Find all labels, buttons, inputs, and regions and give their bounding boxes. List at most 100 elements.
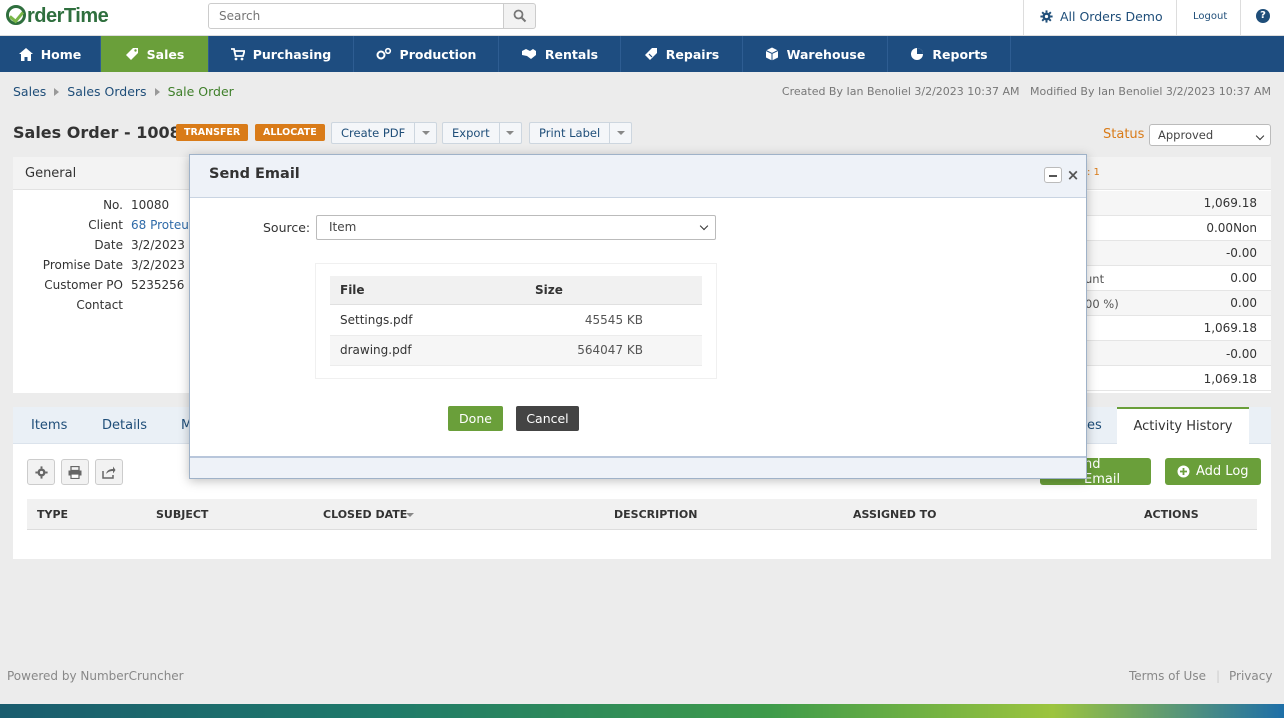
logout-link[interactable]: Logout <box>1193 11 1227 22</box>
column-type[interactable]: TYPE <box>37 508 68 521</box>
export-label: Export <box>452 126 490 140</box>
gear-icon <box>1040 10 1053 23</box>
column-size: Size <box>535 283 563 297</box>
topbar-divider <box>1023 0 1024 36</box>
dialog-footer <box>190 456 1086 478</box>
ordertime-logo[interactable]: rderTime <box>6 5 109 28</box>
close-icon[interactable]: × <box>1066 166 1080 184</box>
pie-chart-icon <box>911 48 924 60</box>
terms-link[interactable]: Terms of Use <box>1129 669 1206 683</box>
breadcrumb-separator-icon <box>54 87 60 96</box>
summary-value: -0.00 <box>1225 246 1257 260</box>
attachment-row[interactable]: Settings.pdf 45545 KB <box>330 306 702 336</box>
settings-button[interactable] <box>27 459 55 485</box>
add-log-button[interactable]: Add Log <box>1165 458 1261 485</box>
nav-item-production[interactable]: Production <box>354 36 499 72</box>
chevron-down-icon <box>506 131 515 135</box>
summary-value: 1,069.18 <box>1203 321 1257 335</box>
transfer-badge[interactable]: TRANSFER <box>176 124 249 141</box>
minimize-icon[interactable] <box>1044 167 1062 183</box>
nav-label: Home <box>40 46 82 62</box>
create-pdf-button[interactable]: Create PDF <box>331 122 438 144</box>
nav-item-purchasing[interactable]: Purchasing <box>209 36 354 72</box>
cancel-button[interactable]: Cancel <box>516 406 579 431</box>
summary-value: 1,069.18 <box>1203 196 1257 210</box>
wrench-icon <box>644 48 657 60</box>
nav-label: Rentals <box>544 46 599 62</box>
summary-row: -0.00 <box>1085 341 1271 366</box>
column-subject[interactable]: SUBJECT <box>156 508 208 521</box>
field-label: Contact <box>76 298 123 312</box>
field-label: Client <box>88 218 123 232</box>
print-label-button[interactable]: Print Label <box>529 122 633 144</box>
source-select[interactable]: Item <box>316 215 716 240</box>
attachment-row[interactable]: drawing.pdf 564047 KB <box>330 336 702 366</box>
field-label: No. <box>103 198 123 212</box>
status-label: Status <box>1103 127 1145 142</box>
nav-item-warehouse[interactable]: Warehouse <box>743 36 888 72</box>
tab-items[interactable]: Items <box>31 418 67 433</box>
printer-icon <box>68 465 82 479</box>
done-button[interactable]: Done <box>448 406 503 431</box>
privacy-link[interactable]: Privacy <box>1229 669 1272 683</box>
tab-details[interactable]: Details <box>102 418 147 433</box>
search-input[interactable] <box>208 3 504 29</box>
breadcrumb-sales[interactable]: Sales <box>13 84 46 99</box>
nav-item-rentals[interactable]: Rentals <box>499 36 621 72</box>
sort-desc-icon[interactable] <box>406 513 414 517</box>
chevron-down-icon <box>699 221 709 231</box>
nav-label: Sales <box>146 46 185 62</box>
nav-item-home[interactable]: Home <box>0 36 101 72</box>
general-title: General <box>25 166 77 181</box>
summary-row: unt 0.00 <box>1085 266 1271 291</box>
nav-item-reports[interactable]: Reports <box>888 36 1011 72</box>
nav-label: Reports <box>932 46 988 62</box>
breadcrumb: Sales Sales Orders Sale Order <box>13 84 234 99</box>
gear-icon <box>34 465 48 479</box>
summary-row: 0.00Non <box>1085 216 1271 241</box>
file-name: drawing.pdf <box>340 343 412 357</box>
dialog-header <box>190 155 1086 198</box>
print-button[interactable] <box>61 459 89 485</box>
chevron-down-icon <box>1255 131 1265 141</box>
topbar-divider <box>1240 0 1241 36</box>
export-button[interactable]: Export <box>442 122 522 144</box>
column-actions: ACTIONS <box>1144 508 1199 521</box>
date-value: 3/2/2023 <box>131 238 185 252</box>
box-icon <box>765 47 778 61</box>
breadcrumb-sales-orders[interactable]: Sales Orders <box>67 84 146 99</box>
plus-circle-icon <box>1177 465 1190 478</box>
company-name: All Orders Demo <box>1060 9 1163 24</box>
summary-row: 00 %) 0.00 <box>1085 291 1271 316</box>
summary-value: 0.00Non <box>1206 221 1257 235</box>
print-label-dropdown[interactable] <box>609 123 631 143</box>
share-button[interactable] <box>95 459 123 485</box>
customer-po-value: 5235256 <box>131 278 185 292</box>
column-assigned-to[interactable]: ASSIGNED TO <box>853 508 937 521</box>
gears-icon <box>376 47 391 60</box>
create-pdf-dropdown[interactable] <box>414 123 436 143</box>
column-closed-date[interactable]: CLOSED DATE <box>323 508 407 521</box>
search-icon <box>513 9 526 23</box>
logo-text: rderTime <box>27 5 109 27</box>
tab-activity-history[interactable]: Activity History <box>1117 407 1249 445</box>
tab-partial-right[interactable]: es <box>1087 418 1102 433</box>
search-button[interactable] <box>503 3 536 29</box>
company-switcher[interactable]: All Orders Demo <box>1040 9 1163 24</box>
export-dropdown[interactable] <box>498 123 521 143</box>
send-email-label: nd Email <box>1084 456 1121 487</box>
client-link[interactable]: 68 Proteus <box>131 218 195 232</box>
nav-item-sales[interactable]: Sales <box>101 36 209 72</box>
summary-row: 1,069.18 <box>1085 316 1271 341</box>
dialog-title: Send Email <box>209 166 300 182</box>
field-label: Date <box>94 238 123 252</box>
summary-row: 1,069.18 <box>1085 191 1271 216</box>
status-select[interactable]: Approved <box>1149 124 1271 146</box>
nav-item-repairs[interactable]: Repairs <box>621 36 743 72</box>
attachments-table-header <box>330 276 702 305</box>
add-log-label: Add Log <box>1196 464 1249 479</box>
help-icon[interactable]: ? <box>1256 9 1270 23</box>
create-pdf-label: Create PDF <box>341 126 406 140</box>
column-description[interactable]: DESCRIPTION <box>614 508 697 521</box>
allocate-badge[interactable]: ALLOCATE <box>255 124 325 141</box>
